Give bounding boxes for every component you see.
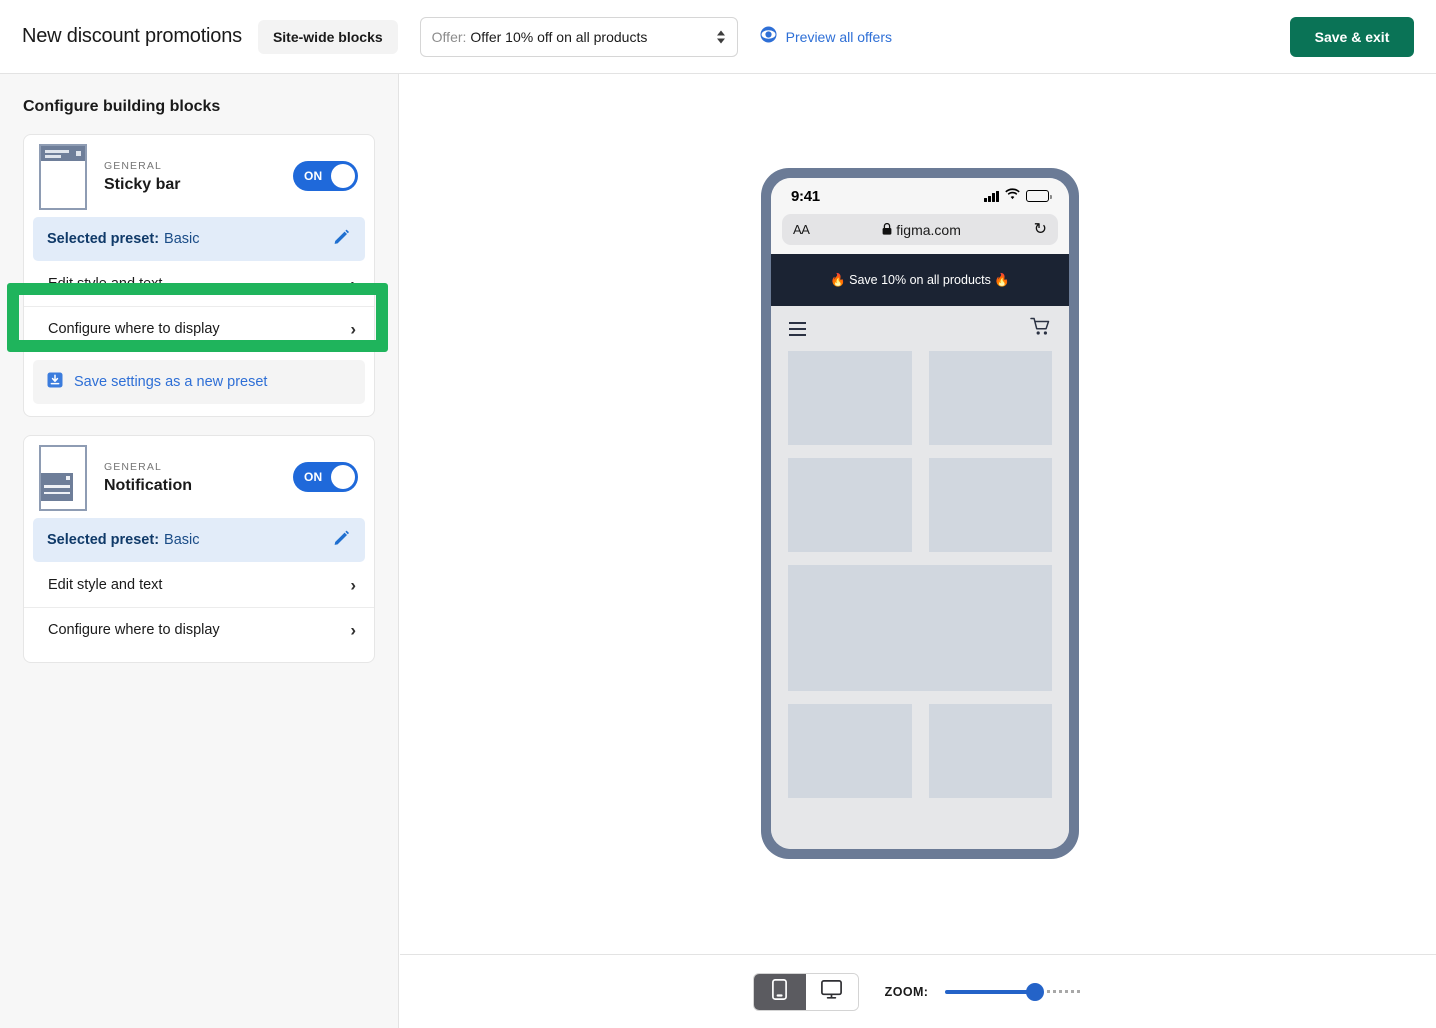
toggle-knob xyxy=(331,164,355,188)
browser-url-bar[interactable]: AA figma.com ↻ xyxy=(782,214,1058,245)
device-button-mobile[interactable] xyxy=(753,973,806,1010)
save-and-exit-button[interactable]: Save & exit xyxy=(1290,17,1414,57)
browser-chrome: AA figma.com ↻ xyxy=(771,214,1069,254)
block-category-label: GENERAL xyxy=(104,461,162,473)
device-toggle-group xyxy=(752,972,859,1011)
chevron-updown-icon xyxy=(716,30,725,43)
zoom-label: ZOOM: xyxy=(884,984,929,999)
zoom-slider-track-filled xyxy=(945,989,1034,994)
sidebar-title: Configure building blocks xyxy=(23,98,221,115)
text-size-icon[interactable]: AA xyxy=(793,222,810,237)
zoom-control: ZOOM: xyxy=(884,982,1084,1001)
page-title: New discount promotions xyxy=(22,25,242,47)
product-tile xyxy=(788,458,912,552)
product-tile xyxy=(928,458,1052,552)
phone-status-bar: 9:41 xyxy=(771,178,1069,214)
offer-select-prefix: Offer: xyxy=(431,28,467,45)
chevron-right-icon: › xyxy=(350,274,356,293)
nav-row-configure-where-to-display-sticky-bar[interactable]: Configure where to display › xyxy=(24,306,374,351)
block-card-notification: GENERAL Notification ON Selected preset:… xyxy=(23,435,375,663)
block-header-sticky-bar: GENERAL Sticky bar ON xyxy=(24,135,374,217)
phone-screen: 9:41 AA figma.com ↻ 🔥 Save 10% on all pr… xyxy=(771,178,1069,849)
sticky-bar-toggle[interactable]: ON xyxy=(293,161,358,191)
zoom-slider-track-remaining xyxy=(1047,990,1084,993)
notification-thumbnail-icon xyxy=(39,445,87,511)
product-tile xyxy=(788,565,1052,691)
product-tile xyxy=(928,704,1052,798)
nav-row-configure-where-to-display-notification[interactable]: Configure where to display › xyxy=(24,607,374,652)
product-tile xyxy=(928,351,1052,445)
block-name-label: Notification xyxy=(104,477,192,494)
pencil-icon[interactable] xyxy=(332,528,351,552)
block-category-label: GENERAL xyxy=(104,160,162,172)
selected-preset-row-sticky-bar[interactable]: Selected preset: Basic xyxy=(33,217,365,261)
site-nav xyxy=(782,306,1058,351)
product-tile xyxy=(788,351,912,445)
device-button-desktop[interactable] xyxy=(805,973,858,1010)
block-name-label: Sticky bar xyxy=(104,176,181,193)
browser-url-value: figma.com xyxy=(896,221,961,238)
cellular-bars-icon xyxy=(984,190,999,202)
toggle-state-label: ON xyxy=(304,169,323,183)
nav-row-label: Configure where to display xyxy=(48,622,220,638)
reload-icon[interactable]: ↻ xyxy=(1034,221,1047,238)
pencil-icon[interactable] xyxy=(332,227,351,251)
app-header: New discount promotions Site-wide blocks… xyxy=(0,0,1436,74)
wifi-icon xyxy=(1005,187,1020,205)
chevron-right-icon: › xyxy=(350,620,356,640)
save-settings-as-new-preset-button[interactable]: Save settings as a new preset xyxy=(33,360,365,404)
site-wide-blocks-chip[interactable]: Site-wide blocks xyxy=(257,19,398,54)
zoom-slider[interactable] xyxy=(945,982,1084,1001)
preview-canvas: 9:41 AA figma.com ↻ 🔥 Save 10% on all pr… xyxy=(400,74,1436,954)
selected-preset-label: Selected preset: xyxy=(47,532,160,548)
toggle-state-label: ON xyxy=(304,470,323,484)
lock-icon xyxy=(882,222,892,238)
hamburger-icon[interactable] xyxy=(789,321,806,336)
desktop-icon xyxy=(821,979,843,1004)
mobile-icon xyxy=(772,978,788,1005)
nav-row-edit-style-and-text-sticky-bar[interactable]: Edit style and text › xyxy=(24,261,374,306)
chevron-right-icon: › xyxy=(350,319,356,339)
save-icon xyxy=(47,372,63,393)
sticky-bar-preview: 🔥 Save 10% on all products 🔥 xyxy=(771,254,1069,306)
browser-url-text: figma.com xyxy=(882,222,961,238)
nav-row-label: Configure where to display xyxy=(48,321,220,337)
save-settings-as-new-preset-label: Save settings as a new preset xyxy=(74,374,268,390)
nav-row-label: Edit style and text xyxy=(48,275,163,292)
preview-all-offers-label: Preview all offers xyxy=(785,28,892,45)
preview-all-offers-link[interactable]: Preview all offers xyxy=(760,26,892,48)
nav-row-label: Edit style and text xyxy=(48,576,163,593)
preview-bottom-toolbar: ZOOM: xyxy=(400,954,1436,1028)
site-body-preview: You've unlocked: 🔥 10% off all products … xyxy=(771,306,1069,849)
phone-frame: 9:41 AA figma.com ↻ 🔥 Save 10% on all pr… xyxy=(761,168,1079,859)
zoom-slider-handle[interactable] xyxy=(1026,982,1045,1001)
status-bar-clock: 9:41 xyxy=(791,187,820,205)
battery-icon xyxy=(1026,190,1052,202)
offer-select-value: Offer 10% off on all products xyxy=(470,28,648,45)
selected-preset-value: Basic xyxy=(164,231,200,247)
eye-icon xyxy=(760,26,777,48)
sidebar: Configure building blocks GENERAL Sticky… xyxy=(0,74,399,1028)
product-grid-placeholder xyxy=(782,351,1058,798)
block-header-notification: GENERAL Notification ON xyxy=(24,436,374,518)
selected-preset-value: Basic xyxy=(164,532,200,548)
offer-select[interactable]: Offer: Offer 10% off on all products xyxy=(419,16,738,57)
selected-preset-label: Selected preset: xyxy=(47,231,160,247)
block-card-sticky-bar: GENERAL Sticky bar ON Selected preset: B… xyxy=(23,134,375,417)
product-tile xyxy=(788,704,912,798)
chevron-right-icon: › xyxy=(350,575,356,594)
sticky-bar-thumbnail-icon xyxy=(39,144,87,210)
cart-icon[interactable] xyxy=(1030,317,1051,341)
selected-preset-row-notification[interactable]: Selected preset: Basic xyxy=(33,518,365,562)
notification-toggle[interactable]: ON xyxy=(293,462,358,492)
nav-row-edit-style-and-text-notification[interactable]: Edit style and text › xyxy=(24,562,374,607)
toggle-knob xyxy=(331,465,355,489)
